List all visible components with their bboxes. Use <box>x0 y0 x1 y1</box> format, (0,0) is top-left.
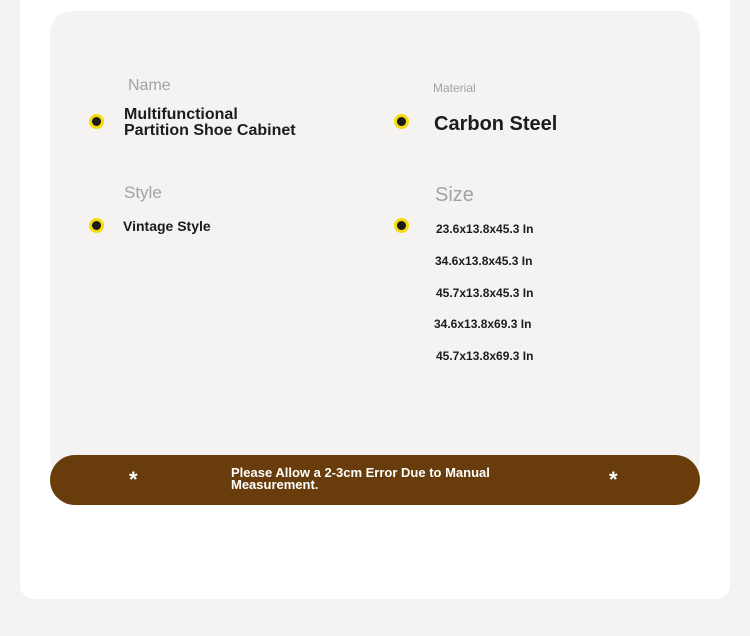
measurement-notice-banner: * Please Allow a 2-3cm Error Due to Manu… <box>50 455 700 505</box>
style-value: Vintage Style <box>123 218 211 234</box>
size-label: Size <box>435 184 474 206</box>
style-bullet-icon <box>89 218 104 233</box>
name-label: Name <box>128 77 171 94</box>
material-bullet-icon <box>394 114 409 129</box>
style-label: Style <box>124 183 162 202</box>
size-option: 45.7x13.8x45.3 In <box>436 286 534 300</box>
material-value: Carbon Steel <box>434 113 558 135</box>
material-label: Material <box>433 81 476 95</box>
size-option: 23.6x13.8x45.3 In <box>436 222 534 236</box>
asterisk-icon: * <box>129 467 138 492</box>
name-value-line1: Multifunctional <box>124 106 238 123</box>
measurement-notice-text: Please Allow a 2-3cm Error Due to Manual… <box>231 465 490 492</box>
size-option: 45.7x13.8x69.3 In <box>436 349 534 363</box>
name-value-line2: Partition Shoe Cabinet <box>124 122 296 139</box>
name-value: Multifunctional Partition Shoe Cabinet <box>124 107 296 139</box>
asterisk-icon: * <box>609 467 618 492</box>
specifications-panel: Name Multifunctional Partition Shoe Cabi… <box>50 11 700 479</box>
size-option: 34.6x13.8x69.3 In <box>434 317 532 331</box>
name-bullet-icon <box>89 114 104 129</box>
size-bullet-icon <box>394 218 409 233</box>
size-option: 34.6x13.8x45.3 In <box>435 254 533 268</box>
